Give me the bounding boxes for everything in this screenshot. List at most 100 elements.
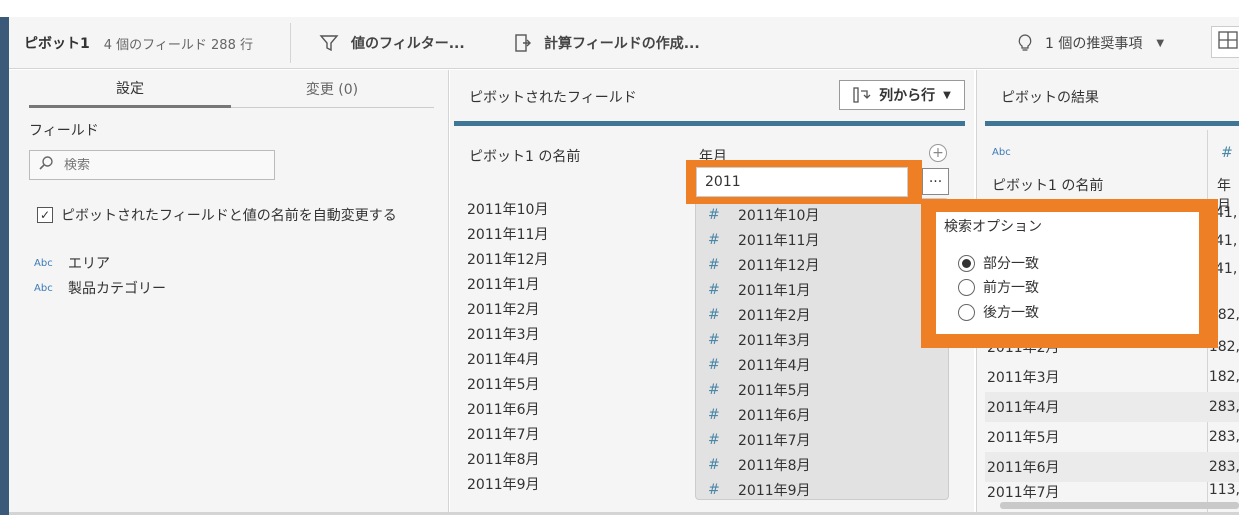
value-label: 2011年3月: [738, 332, 811, 349]
table-row: 2011年3月 182,: [987, 369, 1239, 386]
list-item: 2011年1月: [467, 277, 540, 293]
list-item: 2011年4月: [467, 352, 540, 368]
column-header[interactable]: ピボット1 の名前: [992, 175, 1103, 195]
list-item[interactable]: #2011年6月: [696, 402, 948, 427]
value-label: 2011年1月: [738, 282, 811, 299]
list-item: 2011年2月: [467, 302, 540, 318]
value-label: 2011年7月: [738, 432, 811, 449]
calc-field-icon: [514, 33, 532, 53]
tab-changes[interactable]: 変更 (0): [231, 70, 433, 108]
list-item: 2011年8月: [467, 452, 540, 468]
toolbar-divider: [290, 23, 291, 63]
table-row: 2011年6月 283,: [985, 452, 1239, 482]
create-calc-field-label: 計算フィールドの作成...: [544, 36, 700, 52]
pivoted-fields-panel: ピボットされたフィールド 列から行 ▼ ピボット1 の名前 年月 + 2011年…: [450, 70, 974, 515]
list-item[interactable]: #2011年3月: [696, 327, 948, 352]
list-item: 2011年11月: [467, 227, 549, 243]
lightbulb-icon: [1017, 33, 1033, 53]
layout-toggle-button[interactable]: [1211, 26, 1239, 58]
pivot-name-header: ピボット1 の名前: [469, 149, 581, 165]
list-item[interactable]: #2011年2月: [696, 302, 948, 327]
radio-button[interactable]: [958, 254, 975, 272]
filter-icon: [319, 33, 339, 53]
recommendations-label: 1 個の推奨事項: [1045, 36, 1143, 52]
list-item: 2011年6月: [467, 402, 540, 418]
list-item: 2011年7月: [467, 427, 540, 443]
number-type-icon: #: [708, 231, 720, 248]
list-item[interactable]: #2011年9月: [696, 477, 948, 502]
value-label: 2011年12月: [738, 257, 820, 274]
radio-button[interactable]: [958, 278, 975, 296]
pivot-names-list: 2011年10月 2011年11月 2011年12月 2011年1月 2011年…: [467, 198, 548, 498]
number-type-icon: #: [708, 456, 720, 473]
auto-rename-checkbox[interactable]: ✓: [37, 207, 53, 223]
list-item: 2011年9月: [467, 477, 540, 493]
columns-to-rows-button[interactable]: 列から行 ▼: [839, 80, 965, 110]
list-item: 2011年10月: [467, 202, 549, 218]
pivot-icon: [853, 86, 871, 104]
value-label: 2011年11月: [738, 232, 820, 249]
panel-accent-bar: [454, 121, 965, 126]
list-item: 2011年3月: [467, 327, 540, 343]
value-label: 2011年6月: [738, 407, 811, 424]
left-accent-bar: [0, 17, 9, 515]
horizontal-scrollbar[interactable]: [1000, 502, 1239, 509]
recommendations-button[interactable]: 1 個の推奨事項 ▼: [1017, 17, 1164, 69]
list-item[interactable]: #2011年11月: [696, 227, 948, 252]
table-row: 2011年5月 283,: [987, 429, 1239, 446]
tab-settings[interactable]: 設定: [29, 70, 231, 108]
auto-rename-label: ピボットされたフィールドと値の名前を自動変更する: [61, 208, 397, 224]
add-field-icon[interactable]: +: [929, 144, 947, 162]
search-options-title: 検索オプション: [944, 219, 1042, 235]
search-options-button[interactable]: ···: [922, 168, 949, 195]
list-item[interactable]: #2011年5月: [696, 377, 948, 402]
settings-panel: 設定 変更 (0) フィールド ✓ ピボットされたフィールドと値の名前を自動変更…: [9, 70, 449, 515]
number-type-icon: #: [708, 431, 720, 448]
value-label: 2011年10月: [738, 207, 820, 224]
pivot-results-title: ピボットの結果: [1001, 90, 1099, 106]
create-calc-field-button[interactable]: 計算フィールドの作成...: [514, 17, 700, 69]
filter-values-button[interactable]: 値のフィルター...: [319, 17, 465, 69]
window-top-strip: [0, 0, 1239, 17]
option-suffix-match[interactable]: 後方一致: [958, 302, 1039, 322]
number-type-icon: #: [1221, 145, 1233, 161]
value-label: 2011年9月: [738, 482, 811, 499]
radio-button[interactable]: [958, 303, 975, 321]
list-item[interactable]: #2011年8月: [696, 452, 948, 477]
field-search-box[interactable]: [29, 150, 275, 180]
option-prefix-match[interactable]: 前方一致: [958, 277, 1039, 297]
list-item: 2011年12月: [467, 252, 549, 268]
string-type-icon: Abc: [34, 282, 53, 294]
columns-to-rows-label: 列から行: [879, 88, 936, 104]
list-item[interactable]: #2011年10月: [696, 202, 948, 227]
field-name: エリア: [68, 256, 110, 272]
list-item: 2011年5月: [467, 377, 540, 393]
number-type-icon: #: [708, 406, 720, 423]
search-options-popup: 検索オプション 部分一致 前方一致 後方一致: [936, 212, 1199, 334]
number-type-icon: #: [708, 331, 720, 348]
list-item[interactable]: #2011年4月: [696, 352, 948, 377]
settings-tabs: 設定 変更 (0): [29, 70, 434, 108]
filter-values-label: 値のフィルター...: [351, 36, 465, 52]
field-item[interactable]: Abc 製品カテゴリー: [34, 278, 166, 298]
number-type-icon: #: [708, 256, 720, 273]
option-partial-match[interactable]: 部分一致: [958, 253, 1039, 273]
pivot-values-list[interactable]: #2011年10月 #2011年11月 #2011年12月 #2011年1月 #…: [695, 198, 949, 500]
number-type-icon: #: [708, 381, 720, 398]
number-type-icon: #: [708, 356, 720, 373]
panel-accent-bar: [985, 121, 1239, 126]
field-item[interactable]: Abc エリア: [34, 253, 110, 273]
list-item[interactable]: #2011年12月: [696, 252, 948, 277]
list-item[interactable]: #2011年1月: [696, 277, 948, 302]
field-search-input[interactable]: [64, 157, 254, 173]
option-label: 部分一致: [983, 256, 1039, 272]
value-search-input[interactable]: 2011: [696, 167, 908, 197]
value-label: 2011年5月: [738, 382, 811, 399]
step-toolbar: ピボット1 4 個のフィールド 288 行 値のフィルター... 計算フィールド…: [9, 17, 1239, 69]
auto-rename-option[interactable]: ✓ ピボットされたフィールドと値の名前を自動変更する: [37, 205, 397, 225]
chevron-down-icon: ▼: [943, 89, 951, 101]
number-type-icon: #: [708, 306, 720, 323]
chevron-down-icon: ▼: [1156, 37, 1165, 49]
list-item[interactable]: #2011年7月: [696, 427, 948, 452]
table-row: 2011年7月 113,: [987, 482, 1239, 501]
